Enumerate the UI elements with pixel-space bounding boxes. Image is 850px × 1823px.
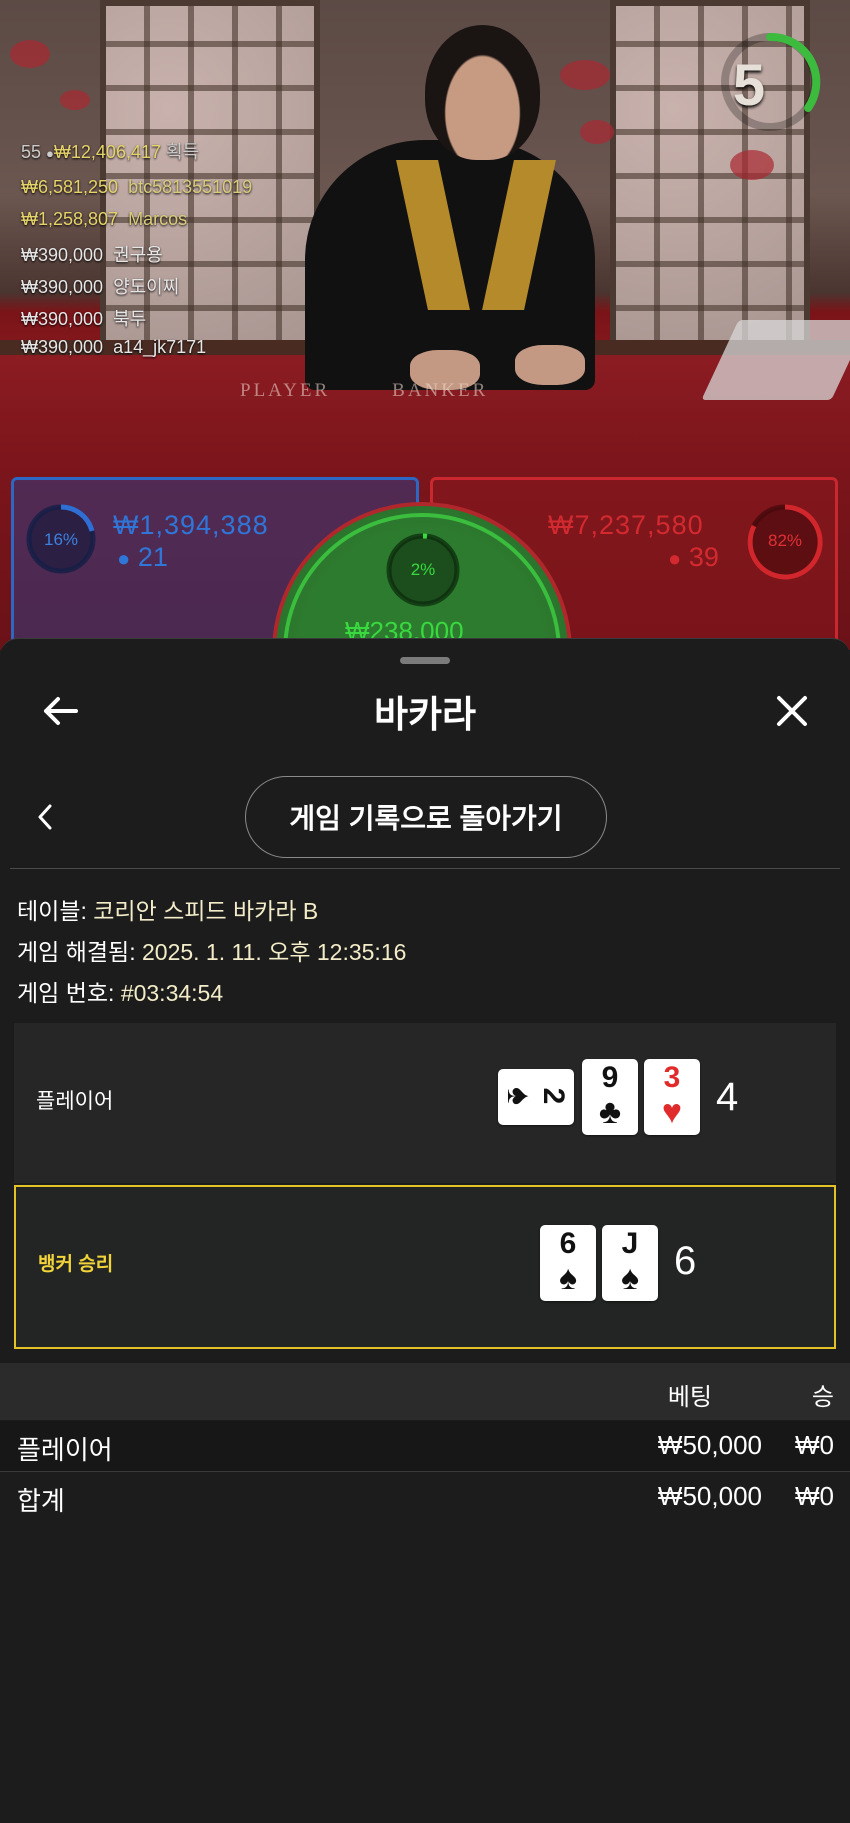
entry-amount: ₩390,000 [21,245,104,265]
resolved-info: 게임 해결됨: 2025. 1. 11. 오후 12:35:16 [17,933,406,967]
row-win: ₩0 [795,1430,834,1460]
countdown-timer: 5 [732,53,766,118]
dealer-head [425,25,540,160]
entry-amount: ₩6,581,250 [21,177,119,197]
close-icon[interactable] [768,687,816,735]
win-column-header: 승 [811,1384,834,1411]
banker-hand-row: 뱅커 승리 6 ♠ J ♠ 6 [14,1185,836,1349]
live-video: PLAYER BANKER 55 ●₩12,406,417 획득 ₩6,581,… [0,0,850,650]
card-suit-icon: ♠ [500,1086,538,1106]
card-rank: 3 [663,1061,681,1094]
blossom [10,40,50,68]
leaderboard-summary: 55 ●₩12,406,417 획득 [21,138,199,164]
total-winnings: ₩12,406,417 [53,142,161,162]
card-suit-icon: ♠ [620,1259,640,1297]
entry-amount: ₩390,000 [21,309,104,329]
leaderboard-entry: ₩390,000 a14_jk7171 [21,337,206,358]
entry-amount: ₩390,000 [21,337,104,357]
back-to-history-button[interactable]: 게임 기록으로 돌아가기 [245,776,607,858]
table-value: 코리안 스피드 바카라 B [93,898,319,924]
leaderboard-entry: ₩1,258,807 Marcos [21,209,187,230]
playing-card: 3 ♥ [644,1059,700,1135]
banker-percent: 82% [767,531,803,550]
banker-count-value: 39 [688,542,719,572]
card-suit-icon: ♣ [598,1093,622,1131]
row-bet: ₩50,000 [657,1481,762,1511]
banker-bettor-count: ● 39 [668,542,719,573]
user-icon: ● [46,146,54,161]
playing-card: 9 ♣ [582,1059,638,1135]
entry-name: 양도이찌 [113,277,180,297]
leaderboard-entry: ₩390,000 권구용 [21,241,163,267]
row-win: ₩0 [795,1481,834,1511]
entry-name: 권구용 [113,245,163,265]
leaderboard-entry: ₩390,000 북두 [21,305,146,331]
resolved-label: 게임 해결됨: [17,939,136,965]
user-icon: ● [668,546,682,571]
table-print: PLAYER BANKER [240,380,489,401]
divider [10,868,840,869]
card-rank: 6 [559,1227,577,1260]
banker-total-bet: ₩7,237,580 [548,510,704,540]
player-percent: 16% [43,530,79,549]
entry-name: Marcos [128,209,188,229]
table-row: 플레이어 ₩50,000 ₩0 [0,1421,850,1471]
playing-card: 2 ♠ [498,1069,574,1125]
player-score: 4 [716,1075,739,1119]
player-count: 55 [21,142,42,162]
table-info: 테이블: 코리안 스피드 바카라 B [17,892,318,926]
entry-name: a14_jk7171 [113,337,207,357]
row-bet: ₩50,000 [657,1430,762,1460]
bet-table-header: 베팅 승 [0,1363,850,1420]
game-history-sheet: 바카라 게임 기록으로 돌아가기 테이블: 코리안 스피드 바카라 B 게임 해… [0,638,850,1823]
entry-amount: ₩1,258,807 [21,209,119,229]
blossom [60,90,90,110]
entry-amount: ₩390,000 [21,277,104,297]
game-number-label: 게임 번호: [17,980,115,1006]
player-bettor-count: ● 21 [117,542,168,573]
player-hand-row: 플레이어 2 ♠ 9 ♣ 3 ♥ 4 [14,1023,836,1183]
tie-percent: 2% [410,560,436,579]
table-row-total: 합계 ₩50,000 ₩0 [0,1472,850,1522]
blossom [580,120,614,144]
card-rank: 9 [601,1061,619,1094]
leaderboard-entry: ₩390,000 양도이찌 [21,273,179,299]
card-rank: 2 [537,1087,570,1105]
playing-card: 6 ♠ [540,1225,596,1301]
row-label: 플레이어 [17,1435,113,1465]
user-icon: ● [117,546,131,571]
game-number-info: 게임 번호: #03:34:54 [17,974,223,1008]
card-suit-icon: ♠ [558,1259,578,1297]
banker-score: 6 [674,1239,697,1283]
entry-name: btc5813551019 [128,177,253,197]
dealer-hand [515,345,585,385]
entry-name: 북두 [113,309,147,329]
banker-row-label: 뱅커 승리 [38,1254,114,1275]
winnings-suffix: 획득 [166,142,200,162]
sheet-title: 바카라 [373,694,477,735]
table-label: 테이블: [17,898,87,924]
game-number-value: #03:34:54 [120,980,224,1006]
player-row-label: 플레이어 [36,1090,114,1113]
card-rank: J [621,1227,639,1260]
player-total-bet: ₩1,394,388 [113,510,269,540]
playing-card: J ♠ [602,1225,658,1301]
chevron-left-icon[interactable] [30,799,60,835]
leaderboard-entry: ₩6,581,250 btc5813551019 [21,177,252,198]
sheet-drag-handle[interactable] [400,657,450,664]
row-label: 합계 [17,1486,65,1516]
blossom [730,150,774,180]
bet-column-header: 베팅 [667,1384,712,1411]
blossom [560,60,610,90]
player-count-value: 21 [137,542,168,572]
resolved-value: 2025. 1. 11. 오후 12:35:16 [141,939,407,965]
card-suit-icon: ♥ [661,1093,683,1131]
